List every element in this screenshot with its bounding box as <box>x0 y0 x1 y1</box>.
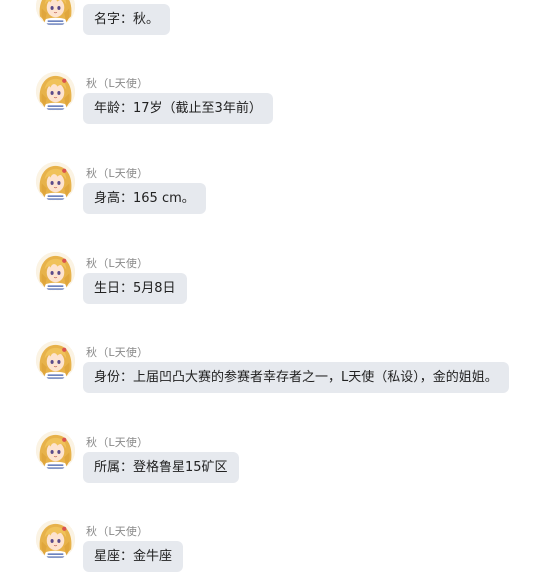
anime-girl-avatar-icon <box>36 162 75 201</box>
message-bubble: 生日：5月8日 <box>83 273 187 304</box>
anime-girl-avatar-icon <box>36 341 75 380</box>
anime-girl-avatar-icon <box>36 252 75 291</box>
chat-log: 名字：秋。 秋（L天使） 年龄：17岁（截止至3年前） 秋（L天使） 身高：16… <box>0 0 534 585</box>
sender-name: 秋（L天使） <box>86 77 149 90</box>
message-bubble: 身份：上届凹凸大赛的参赛者幸存者之一，L天使（私设），金的姐姐。 <box>83 362 509 393</box>
anime-girl-avatar-icon <box>36 0 75 26</box>
message-bubble: 年龄：17岁（截止至3年前） <box>83 93 273 124</box>
avatar[interactable] <box>36 0 75 26</box>
anime-girl-avatar-icon <box>36 72 75 111</box>
sender-name: 秋（L天使） <box>86 257 149 270</box>
chat-message: 名字：秋。 <box>0 0 534 35</box>
avatar[interactable] <box>36 162 75 201</box>
avatar[interactable] <box>36 431 75 470</box>
avatar[interactable] <box>36 341 75 380</box>
chat-message: 秋（L天使） 身高：165 cm。 <box>0 162 534 222</box>
sender-name: 秋（L天使） <box>86 346 149 359</box>
chat-message: 秋（L天使） 生日：5月8日 <box>0 252 534 312</box>
avatar[interactable] <box>36 72 75 111</box>
sender-name: 秋（L天使） <box>86 525 149 538</box>
chat-message: 秋（L天使） 身份：上届凹凸大赛的参赛者幸存者之一，L天使（私设），金的姐姐。 <box>0 341 534 401</box>
avatar[interactable] <box>36 252 75 291</box>
chat-message: 秋（L天使） 星座：金牛座 <box>0 520 534 580</box>
sender-name: 秋（L天使） <box>86 167 149 180</box>
avatar[interactable] <box>36 520 75 559</box>
chat-message: 秋（L天使） 年龄：17岁（截止至3年前） <box>0 72 534 132</box>
anime-girl-avatar-icon <box>36 431 75 470</box>
message-bubble: 所属：登格鲁星15矿区 <box>83 452 239 483</box>
message-bubble: 名字：秋。 <box>83 4 171 35</box>
message-bubble: 星座：金牛座 <box>83 541 184 572</box>
sender-name: 秋（L天使） <box>86 436 149 449</box>
chat-message: 秋（L天使） 所属：登格鲁星15矿区 <box>0 431 534 491</box>
anime-girl-avatar-icon <box>36 520 75 559</box>
message-bubble: 身高：165 cm。 <box>83 183 206 214</box>
